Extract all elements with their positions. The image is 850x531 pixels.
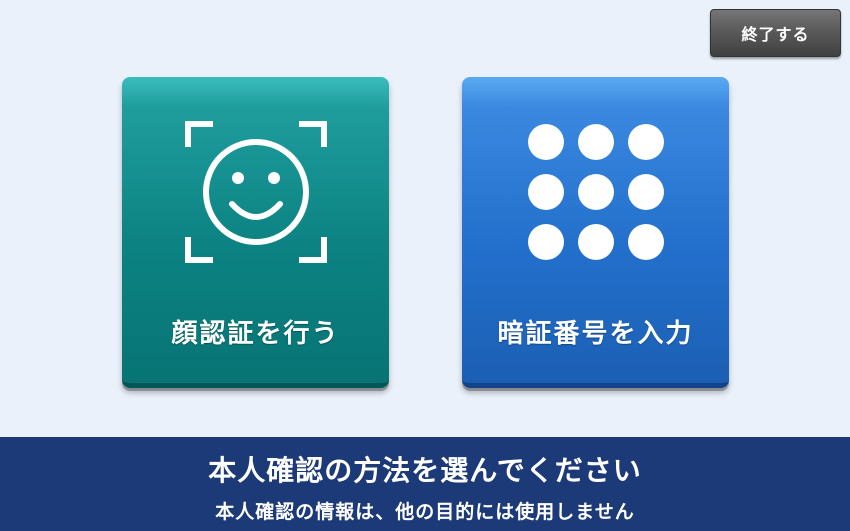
face-scan-icon-wrap bbox=[122, 77, 389, 307]
exit-button[interactable]: 終了する bbox=[710, 9, 841, 57]
pin-entry-button[interactable]: 暗証番号を入力 bbox=[462, 77, 729, 388]
instruction-text: 本人確認の方法を選んでください bbox=[208, 454, 642, 487]
pin-entry-label: 暗証番号を入力 bbox=[497, 319, 694, 349]
face-recognition-label: 顔認証を行う bbox=[171, 319, 340, 349]
keypad-icon-wrap bbox=[462, 77, 729, 307]
face-scan-icon bbox=[184, 121, 327, 263]
face-recognition-button[interactable]: 顔認証を行う bbox=[122, 77, 389, 388]
footer-banner: 本人確認の方法を選んでください 本人確認の情報は、他の目的には使用しません bbox=[0, 437, 850, 531]
privacy-notice: 本人確認の情報は、他の目的には使用しません bbox=[215, 501, 635, 523]
keypad-icon bbox=[527, 124, 664, 260]
